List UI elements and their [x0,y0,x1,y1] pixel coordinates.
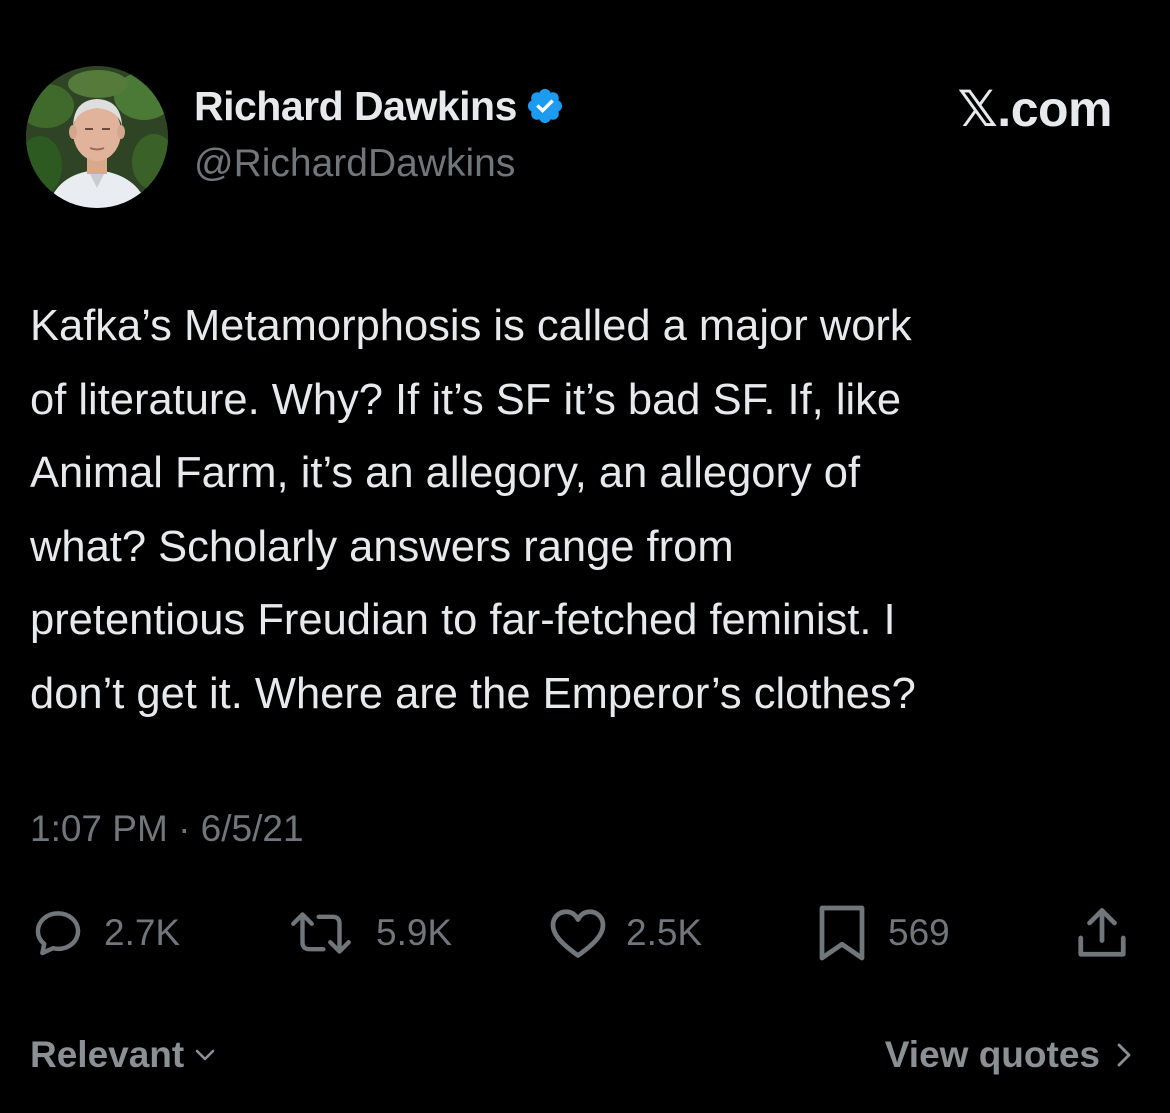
repost-icon [291,912,351,954]
chevron-right-icon [1117,1043,1131,1067]
share-icon [1078,908,1126,957]
author-handle[interactable]: @RichardDawkins [194,142,515,186]
like-button[interactable]: 2.5K [548,898,702,968]
tweet-line: what? Scholarly answers range from [30,522,734,571]
tweet-line: of literature. Why? If it’s SF it’s bad … [30,375,902,424]
tweet-line: pretentious Freudian to far-fetched femi… [30,596,896,644]
author-name-row: Richard Dawkins [194,80,565,132]
heart-icon [550,909,606,958]
tweet-text: Kafka’s Metamorphosis is called a major … [30,290,1145,731]
bookmark-button[interactable]: 569 [814,898,950,968]
brand-logo: 𝕏.com [957,81,1113,137]
sort-dropdown[interactable]: Relevant [30,1034,216,1076]
reply-count: 2.7K [104,912,181,953]
bookmark-icon [819,905,865,961]
bookmark-count: 569 [888,912,950,953]
tweet-line: Animal Farm, it’s an allegory, an allego… [30,449,861,497]
view-quotes-link[interactable]: View quotes [885,1034,1132,1076]
reply-button[interactable]: 2.7K [30,898,180,968]
repost-button[interactable]: 5.9K [284,898,452,968]
tweet-line: don’t get it. Where are the Emperor’s cl… [30,669,916,718]
sort-label: Relevant [30,1034,185,1075]
tweet-timestamp[interactable]: 1:07 PM · 6/5/21 [30,808,304,850]
repost-count: 5.9K [376,912,453,953]
share-button[interactable] [1072,898,1132,968]
reply-icon [35,911,81,956]
tweet-line: Kafka’s Metamorphosis is called a major … [30,302,912,350]
avatar[interactable] [26,66,168,208]
like-count: 2.5K [626,912,703,953]
author-name[interactable]: Richard Dawkins [194,83,517,130]
view-quotes-label: View quotes [884,1034,1100,1075]
verified-badge-icon [527,88,562,124]
chevron-down-icon [195,1049,215,1061]
avatar-photo [26,66,168,208]
